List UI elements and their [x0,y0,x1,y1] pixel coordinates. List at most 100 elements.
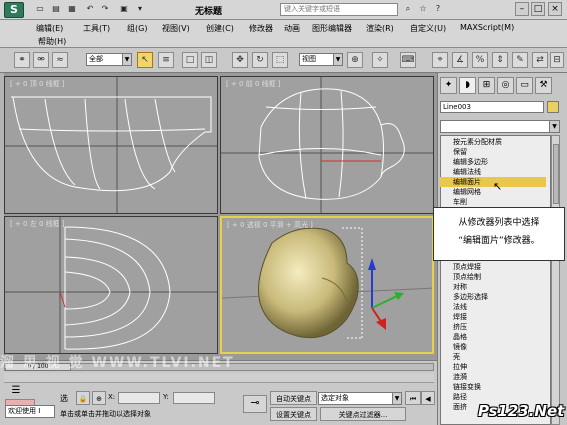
modifier-list-item[interactable]: 编辑多边形 [453,157,488,167]
y-coordinate-field[interactable] [173,392,215,404]
previous-frame-icon[interactable]: ◀ [421,391,435,405]
viewport-top[interactable]: [ + 0 顶 0 线框 ] [4,76,218,214]
selection-filter-dropdown[interactable]: 全部 ▼ [86,53,132,66]
modifier-list-dropdown[interactable]: ▼ [440,120,560,133]
modify-tab-icon[interactable]: ◗ [459,77,476,94]
modifier-list-item[interactable]: 按元素分配材质 [453,137,502,147]
modifier-list-item[interactable]: 法线 [453,302,467,312]
object-name-field[interactable]: Line003 [440,101,544,113]
save-icon[interactable]: ▦ [66,3,78,15]
viewport-label[interactable]: [ + 0 透视 0 平滑 + 高光 ] [227,220,313,230]
viewport-label[interactable]: [ + 0 前 0 线框 ] [226,79,281,89]
link-icon[interactable]: ⚭ [14,52,30,68]
redo-icon[interactable]: ↷ [99,3,111,15]
binoculars-icon[interactable]: ⌕ [402,3,414,15]
mini-listener-icon[interactable]: ☰ [8,385,24,399]
modifier-list-item[interactable]: 保留 [453,147,467,157]
modifier-list-item[interactable]: 涟漪 [453,372,467,382]
app-logo-icon[interactable]: S [4,2,24,18]
modifier-list-item[interactable]: 多边形选择 [453,292,488,302]
display-tab-icon[interactable]: ▭ [516,77,533,94]
modifier-list-item[interactable]: 拉伸 [453,362,467,372]
motion-tab-icon[interactable]: ◎ [497,77,514,94]
maximize-button[interactable]: □ [531,2,545,16]
object-color-swatch[interactable] [547,101,559,113]
select-by-name-icon[interactable]: ≡ [158,52,174,68]
viewport-perspective[interactable]: [ + 0 透视 0 平滑 + 高光 ] [220,216,434,354]
align-icon[interactable]: ⊟ [550,52,564,68]
track-bar[interactable] [4,373,434,383]
pivot-center-icon[interactable]: ⊕ [347,52,363,68]
modifier-list-item[interactable]: 挤压 [453,322,467,332]
menu-customize[interactable]: 自定义(U) [410,23,446,34]
rotate-icon[interactable]: ↻ [252,52,268,68]
star-icon[interactable]: ☆ [417,3,429,15]
key-filters-button[interactable]: 关键点过滤器... [320,407,406,421]
key-icon[interactable]: ⊸ [243,395,267,413]
close-button[interactable]: × [548,2,562,16]
viewport-left[interactable]: [ + 0 左 0 线框 ] [4,216,218,354]
menu-rendering[interactable]: 渲染(R) [366,23,394,34]
modifier-list-item[interactable]: 对称 [453,282,467,292]
modifier-list-item[interactable]: 编辑网格 [453,187,481,197]
bind-space-warp-icon[interactable]: ≈ [52,52,68,68]
reference-coord-dropdown[interactable]: 视图 ▼ [299,53,343,66]
new-file-icon[interactable]: ▭ [34,3,46,15]
welcome-field[interactable]: 欢迎使用 I [5,405,55,418]
search-input[interactable]: 键入关键字或短语 [280,3,398,16]
hierarchy-tab-icon[interactable]: ⊞ [478,77,495,94]
menu-animation[interactable]: 动画 [284,23,300,34]
modifier-list-item[interactable]: 路径 [453,392,467,402]
auto-key-button[interactable]: 自动关键点 [270,391,317,405]
lock-selection-icon[interactable]: 🔒 [76,391,90,405]
modifier-list-item[interactable]: 壳 [453,352,460,362]
modifier-list-item[interactable]: 顶点焊接 [453,262,481,272]
angle-snap-icon[interactable]: ∡ [452,52,468,68]
mirror-icon[interactable]: ⇄ [532,52,548,68]
project-folder-icon[interactable]: ▣ [118,3,130,15]
absolute-mode-icon[interactable]: ⊕ [92,391,106,405]
scrollbar-thumb[interactable] [553,144,559,204]
menu-views[interactable]: 视图(V) [162,23,190,34]
undo-icon[interactable]: ↶ [84,3,96,15]
unlink-icon[interactable]: ⚮ [33,52,49,68]
menu-graph-editors[interactable]: 图形编辑器 [312,23,352,34]
menu-group[interactable]: 组(G) [127,23,147,34]
modifier-list-scrollbar[interactable] [551,135,560,425]
named-selection-icon[interactable]: ✎ [512,52,528,68]
set-key-button[interactable]: 设置关键点 [270,407,317,421]
snap-toggle-icon[interactable]: ⌖ [432,52,448,68]
menu-help[interactable]: 帮助(H) [38,36,66,47]
viewport-label[interactable]: [ + 0 顶 0 线框 ] [10,79,65,89]
key-mode-dropdown[interactable]: 选定对象 ▼ [318,392,402,405]
spinner-snap-icon[interactable]: ⇕ [492,52,508,68]
select-manipulate-icon[interactable]: ✧ [372,52,388,68]
menu-create[interactable]: 创建(C) [206,23,234,34]
dropdown-chevron-icon[interactable]: ▾ [134,3,146,15]
utilities-tab-icon[interactable]: ⚒ [535,77,552,94]
create-tab-icon[interactable]: ✦ [440,77,457,94]
modifier-list-item[interactable]: 面挤 [453,402,467,412]
go-to-start-icon[interactable]: ⏮ [405,391,421,405]
minimize-button[interactable]: – [515,2,529,16]
modifier-list-item[interactable]: 编辑法线 [453,167,481,177]
percent-snap-icon[interactable]: % [472,52,488,68]
modifier-list-item[interactable]: 晶格 [453,332,467,342]
menu-edit[interactable]: 编辑(E) [36,23,63,34]
x-coordinate-field[interactable] [118,392,160,404]
modifier-list-item[interactable]: 顶点绘制 [453,272,481,282]
modifier-list-item[interactable]: 镜像 [453,342,467,352]
window-crossing-icon[interactable]: ◫ [201,52,217,68]
viewport-label[interactable]: [ + 0 左 0 线框 ] [10,219,65,229]
menu-modifiers[interactable]: 修改器 [249,23,273,34]
select-object-icon[interactable]: ↖ [137,52,153,68]
menu-tools[interactable]: 工具(T) [83,23,110,34]
modifier-list-item[interactable]: 焊接 [453,312,467,322]
keyboard-shortcut-icon[interactable]: ⌨ [400,52,416,68]
help-icon[interactable]: ? [432,3,444,15]
scale-icon[interactable]: ⬚ [272,52,288,68]
viewport-front[interactable]: [ + 0 前 0 线框 ] [220,76,434,214]
modifier-list-item[interactable]: 车削 [453,197,467,207]
modifier-list-item[interactable]: 链接变换 [453,382,481,392]
open-file-icon[interactable]: ▤ [50,3,62,15]
